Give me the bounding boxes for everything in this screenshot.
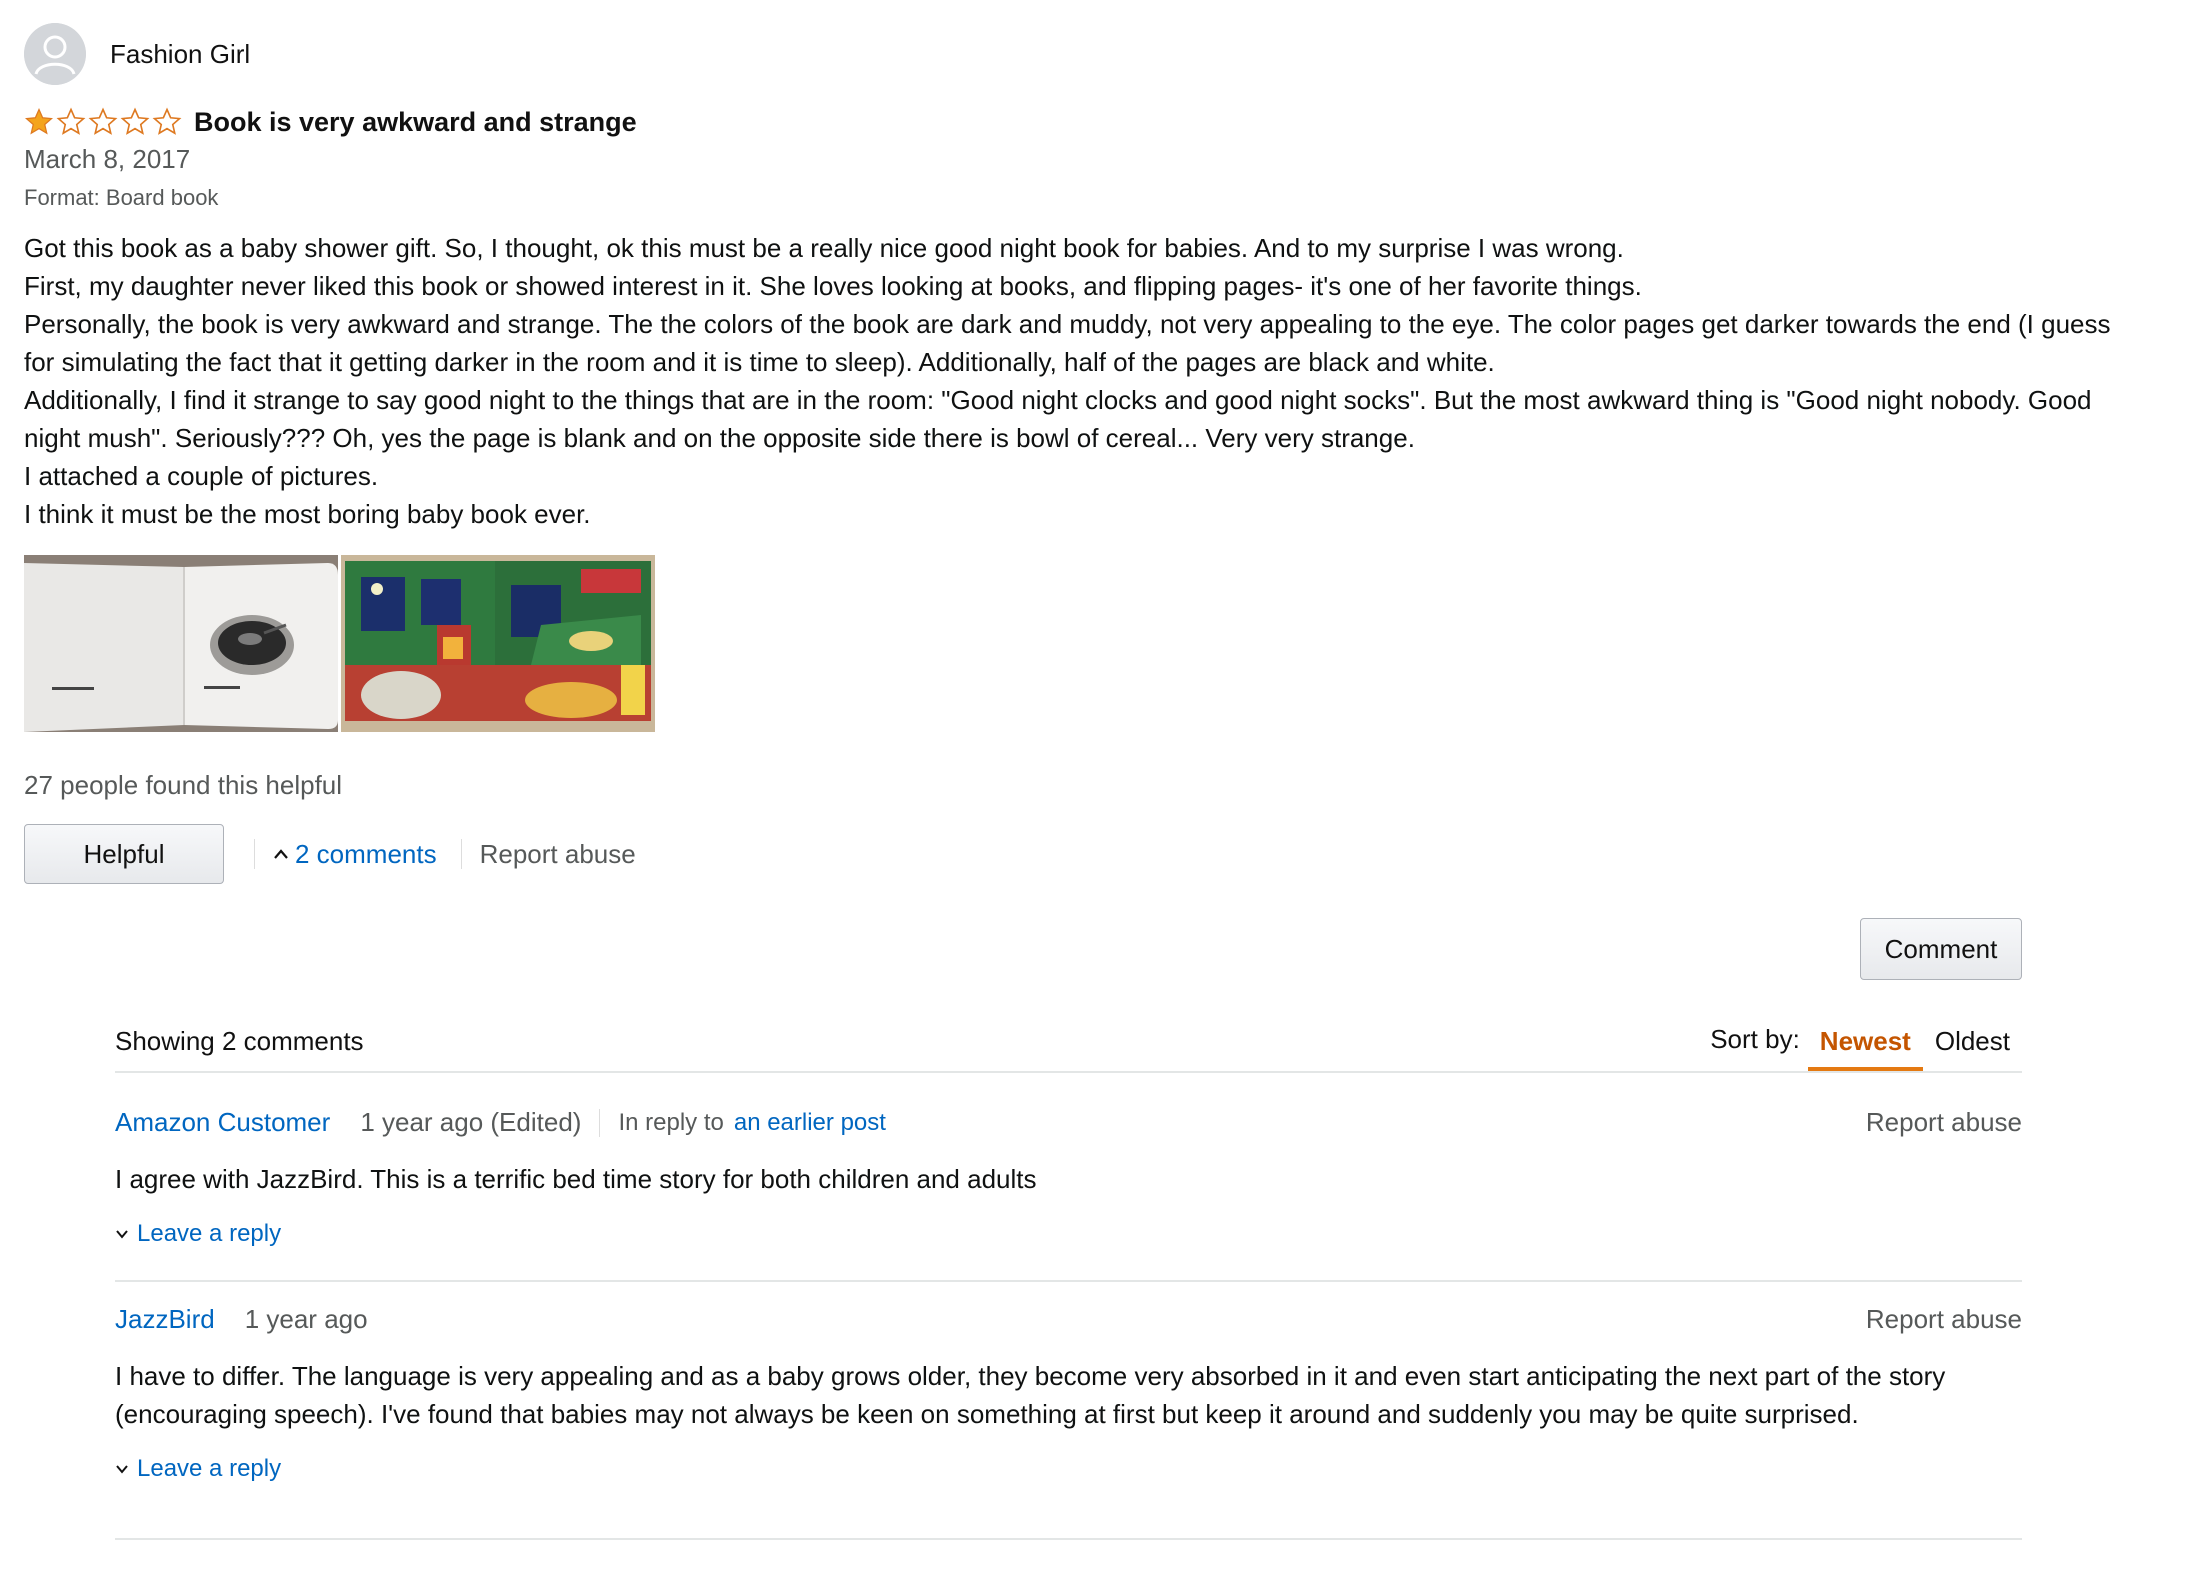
chevron-down-icon [116,1230,128,1239]
chevron-up-icon [274,849,288,859]
comment-meta: JazzBird 1 year ago Report abuse [115,1304,2022,1335]
leave-reply-label[interactable]: Leave a reply [137,1455,281,1483]
leave-reply-label[interactable]: Leave a reply [137,1220,281,1248]
comments-toggle[interactable]: 2 comments [273,839,437,870]
review-date: March 8, 2017 [24,144,191,174]
in-reply-link[interactable]: an earlier post [734,1109,886,1137]
comment-meta-left: JazzBird 1 year ago [115,1304,368,1335]
leave-reply-link[interactable]: Leave a reply [115,1455,2022,1483]
review-paragraph: Personally, the book is very awkward and… [24,309,2111,377]
helpful-button[interactable]: Helpful [24,824,224,884]
review-paragraph: Got this book as a baby shower gift. So,… [24,233,1624,263]
book-page-room-image [341,555,655,732]
star-empty-icon [120,107,150,135]
sort-label: Sort by: [1710,1024,1800,1054]
comment-button[interactable]: Comment [1860,918,2022,980]
comments-count: Showing 2 comments [115,1026,364,1056]
review-body: Got this book as a baby shower gift. So,… [24,229,2144,533]
comment-author[interactable]: JazzBird [115,1304,215,1335]
comment-item: Amazon Customer 1 year ago (Edited) In r… [115,1073,2022,1282]
comment-report-abuse-link[interactable]: Report abuse [1866,1107,2022,1138]
review-paragraph: I think it must be the most boring baby … [24,499,591,529]
comment-time: 1 year ago (Edited) [360,1107,582,1137]
comment-meta-left: Amazon Customer 1 year ago (Edited) In r… [115,1107,886,1138]
reviewer-name[interactable]: Fashion Girl [110,39,250,70]
sort-newest-tab[interactable]: Newest [1807,1026,1923,1071]
review-title[interactable]: Book is very awkward and strange [194,107,637,138]
review-photo-2[interactable] [341,555,655,732]
comment-text: I agree with JazzBird. This is a terrifi… [115,1164,1037,1194]
book-page-bowl-image [24,555,338,732]
comment-author[interactable]: Amazon Customer [115,1107,330,1138]
divider [254,839,255,869]
comment-meta: Amazon Customer 1 year ago (Edited) In r… [115,1107,2022,1138]
avatar[interactable] [24,23,86,85]
review-format: Format: Board book [24,185,219,210]
review-paragraph: First, my daughter never liked this book… [24,271,1642,301]
comments-toggle-label[interactable]: 2 comments [295,839,437,870]
star-filled-icon [24,107,54,135]
review-paragraph: Additionally, I find it strange to say g… [24,385,2092,453]
comment-text: I have to differ. The language is very a… [115,1361,1946,1429]
comment-report-abuse-link[interactable]: Report abuse [1866,1304,2022,1335]
sort-oldest-tab[interactable]: Oldest [1923,1026,2022,1071]
review-title-row: Book is very awkward and strange [24,104,2154,140]
sort-control: Sort by: Newest Oldest [1710,1024,2022,1071]
reviewer-profile[interactable]: Fashion Girl [24,22,2154,86]
helpful-count: 27 people found this helpful [24,770,343,800]
comments-header: Showing 2 comments Sort by: Newest Oldes… [115,1015,2022,1073]
star-empty-icon [56,107,86,135]
comments-panel: Showing 2 comments Sort by: Newest Oldes… [115,1015,2022,1540]
star-empty-icon [152,107,182,135]
review-photo-1[interactable] [24,555,338,732]
leave-reply-link[interactable]: Leave a reply [115,1220,2022,1248]
review-paragraph: I attached a couple of pictures. [24,461,379,491]
divider [460,839,462,869]
star-empty-icon [88,107,118,135]
review-photos [24,555,2154,732]
star-rating [24,107,182,137]
comment-time: 1 year ago [244,1304,368,1334]
in-reply-label: In reply to [618,1108,724,1136]
comment-item: JazzBird 1 year ago Report abuse I have … [115,1282,2022,1540]
divider [599,1108,601,1137]
chevron-down-icon [116,1465,128,1474]
review: Fashion Girl Book is very awkward and st… [24,22,2154,885]
user-silhouette-icon [24,23,86,85]
review-actions: Helpful 2 comments Report abuse [24,823,2154,885]
report-abuse-link[interactable]: Report abuse [480,839,636,870]
